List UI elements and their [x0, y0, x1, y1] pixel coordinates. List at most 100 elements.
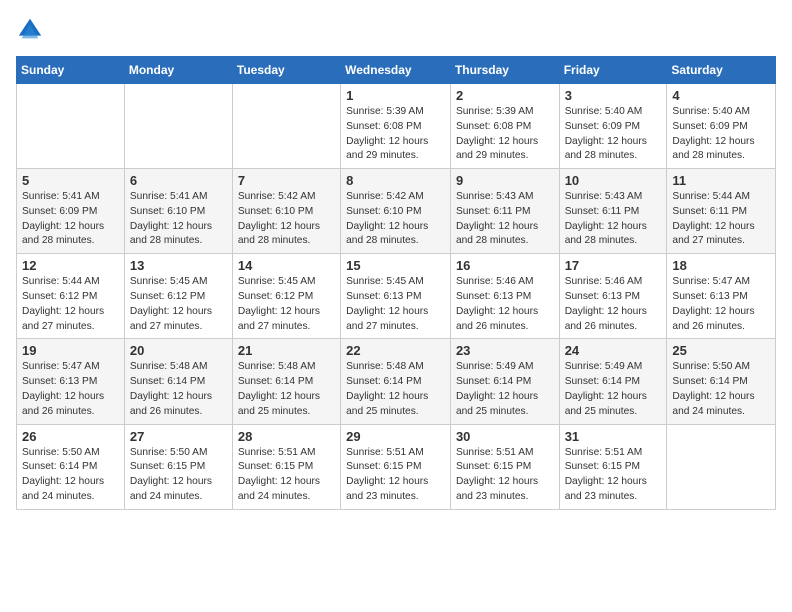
day-info: Sunrise: 5:43 AM Sunset: 6:11 PM Dayligh…: [565, 190, 662, 249]
day-info: Sunrise: 5:43 AM Sunset: 6:11 PM Dayligh…: [456, 190, 554, 249]
calendar-cell: 14 Sunrise: 5:45 AM Sunset: 6:12 PM Dayli…: [232, 254, 340, 339]
calendar-cell: 6 Sunrise: 5:41 AM Sunset: 6:10 PM Daylig…: [124, 169, 232, 254]
day-number: 15: [346, 258, 445, 273]
calendar-cell: 23 Sunrise: 5:49 AM Sunset: 6:14 PM Dayli…: [450, 339, 559, 424]
day-number: 28: [238, 429, 335, 444]
calendar-cell: 30 Sunrise: 5:51 AM Sunset: 6:15 PM Dayli…: [450, 424, 559, 509]
day-number: 1: [346, 88, 445, 103]
day-number: 21: [238, 343, 335, 358]
calendar-cell: 16 Sunrise: 5:46 AM Sunset: 6:13 PM Dayli…: [450, 254, 559, 339]
calendar-cell: 1 Sunrise: 5:39 AM Sunset: 6:08 PM Daylig…: [341, 84, 451, 169]
day-number: 23: [456, 343, 554, 358]
calendar-cell: 18 Sunrise: 5:47 AM Sunset: 6:13 PM Dayli…: [667, 254, 776, 339]
day-info: Sunrise: 5:50 AM Sunset: 6:15 PM Dayligh…: [130, 446, 227, 505]
day-info: Sunrise: 5:42 AM Sunset: 6:10 PM Dayligh…: [346, 190, 445, 249]
calendar-cell: 15 Sunrise: 5:45 AM Sunset: 6:13 PM Dayli…: [341, 254, 451, 339]
day-info: Sunrise: 5:45 AM Sunset: 6:12 PM Dayligh…: [238, 275, 335, 334]
day-number: 29: [346, 429, 445, 444]
column-header-tuesday: Tuesday: [232, 57, 340, 84]
day-number: 6: [130, 173, 227, 188]
day-info: Sunrise: 5:39 AM Sunset: 6:08 PM Dayligh…: [346, 105, 445, 164]
day-number: 2: [456, 88, 554, 103]
calendar-cell: [232, 84, 340, 169]
calendar-cell: 13Sunrise: 5:45 AM Sunset: 6:12 PM Dayli…: [124, 254, 232, 339]
day-info: Sunrise: 5:47 AM Sunset: 6:13 PM Dayligh…: [672, 275, 770, 334]
day-info: Sunrise: 5:49 AM Sunset: 6:14 PM Dayligh…: [565, 360, 662, 419]
day-number: 10: [565, 173, 662, 188]
page-header: [16, 16, 776, 44]
calendar-cell: 5 Sunrise: 5:41 AM Sunset: 6:09 PM Daylig…: [17, 169, 125, 254]
calendar-cell: 28 Sunrise: 5:51 AM Sunset: 6:15 PM Dayli…: [232, 424, 340, 509]
day-info: Sunrise: 5:46 AM Sunset: 6:13 PM Dayligh…: [456, 275, 554, 334]
day-number: 5: [22, 173, 119, 188]
calendar-cell: 24Sunrise: 5:49 AM Sunset: 6:14 PM Dayli…: [559, 339, 667, 424]
day-info: Sunrise: 5:51 AM Sunset: 6:15 PM Dayligh…: [346, 446, 445, 505]
day-info: Sunrise: 5:39 AM Sunset: 6:08 PM Dayligh…: [456, 105, 554, 164]
calendar-cell: 19 Sunrise: 5:47 AM Sunset: 6:13 PM Dayli…: [17, 339, 125, 424]
calendar-cell: 25Sunrise: 5:50 AM Sunset: 6:14 PM Dayli…: [667, 339, 776, 424]
day-info: Sunrise: 5:51 AM Sunset: 6:15 PM Dayligh…: [238, 446, 335, 505]
day-number: 4: [672, 88, 770, 103]
calendar-cell: 26 Sunrise: 5:50 AM Sunset: 6:14 PM Dayli…: [17, 424, 125, 509]
calendar-week-row: 1 Sunrise: 5:39 AM Sunset: 6:08 PM Daylig…: [17, 84, 776, 169]
day-number: 17: [565, 258, 662, 273]
logo-icon: [16, 16, 44, 44]
day-info: Sunrise: 5:41 AM Sunset: 6:09 PM Dayligh…: [22, 190, 119, 249]
day-info: Sunrise: 5:48 AM Sunset: 6:14 PM Dayligh…: [238, 360, 335, 419]
day-info: Sunrise: 5:42 AM Sunset: 6:10 PM Dayligh…: [238, 190, 335, 249]
day-number: 25: [672, 343, 770, 358]
calendar-cell: 22 Sunrise: 5:48 AM Sunset: 6:14 PM Dayli…: [341, 339, 451, 424]
calendar-cell: 12 Sunrise: 5:44 AM Sunset: 6:12 PM Dayli…: [17, 254, 125, 339]
day-info: Sunrise: 5:40 AM Sunset: 6:09 PM Dayligh…: [672, 105, 770, 164]
day-number: 11: [672, 173, 770, 188]
day-number: 31: [565, 429, 662, 444]
calendar-cell: 8 Sunrise: 5:42 AM Sunset: 6:10 PM Daylig…: [341, 169, 451, 254]
day-info: Sunrise: 5:48 AM Sunset: 6:14 PM Dayligh…: [130, 360, 227, 419]
calendar-cell: 9Sunrise: 5:43 AM Sunset: 6:11 PM Daylig…: [450, 169, 559, 254]
day-number: 3: [565, 88, 662, 103]
calendar-week-row: 5 Sunrise: 5:41 AM Sunset: 6:09 PM Daylig…: [17, 169, 776, 254]
day-info: Sunrise: 5:48 AM Sunset: 6:14 PM Dayligh…: [346, 360, 445, 419]
calendar-cell: 21 Sunrise: 5:48 AM Sunset: 6:14 PM Dayli…: [232, 339, 340, 424]
day-info: Sunrise: 5:44 AM Sunset: 6:12 PM Dayligh…: [22, 275, 119, 334]
calendar-cell: 29 Sunrise: 5:51 AM Sunset: 6:15 PM Dayli…: [341, 424, 451, 509]
day-info: Sunrise: 5:51 AM Sunset: 6:15 PM Dayligh…: [456, 446, 554, 505]
calendar-cell: 7 Sunrise: 5:42 AM Sunset: 6:10 PM Daylig…: [232, 169, 340, 254]
column-header-monday: Monday: [124, 57, 232, 84]
day-info: Sunrise: 5:47 AM Sunset: 6:13 PM Dayligh…: [22, 360, 119, 419]
day-info: Sunrise: 5:50 AM Sunset: 6:14 PM Dayligh…: [22, 446, 119, 505]
day-number: 26: [22, 429, 119, 444]
calendar-cell: 20Sunrise: 5:48 AM Sunset: 6:14 PM Dayli…: [124, 339, 232, 424]
day-info: Sunrise: 5:45 AM Sunset: 6:13 PM Dayligh…: [346, 275, 445, 334]
column-header-friday: Friday: [559, 57, 667, 84]
calendar-cell: 10 Sunrise: 5:43 AM Sunset: 6:11 PM Dayli…: [559, 169, 667, 254]
calendar-cell: [124, 84, 232, 169]
column-header-wednesday: Wednesday: [341, 57, 451, 84]
calendar-cell: 31Sunrise: 5:51 AM Sunset: 6:15 PM Dayli…: [559, 424, 667, 509]
day-number: 16: [456, 258, 554, 273]
day-number: 8: [346, 173, 445, 188]
calendar-cell: [667, 424, 776, 509]
logo: [16, 16, 48, 44]
calendar-cell: 4 Sunrise: 5:40 AM Sunset: 6:09 PM Daylig…: [667, 84, 776, 169]
calendar-cell: 3 Sunrise: 5:40 AM Sunset: 6:09 PM Daylig…: [559, 84, 667, 169]
calendar-cell: 17Sunrise: 5:46 AM Sunset: 6:13 PM Dayli…: [559, 254, 667, 339]
day-number: 22: [346, 343, 445, 358]
day-info: Sunrise: 5:41 AM Sunset: 6:10 PM Dayligh…: [130, 190, 227, 249]
day-number: 7: [238, 173, 335, 188]
day-info: Sunrise: 5:49 AM Sunset: 6:14 PM Dayligh…: [456, 360, 554, 419]
column-header-saturday: Saturday: [667, 57, 776, 84]
day-info: Sunrise: 5:45 AM Sunset: 6:12 PM Dayligh…: [130, 275, 227, 334]
column-header-thursday: Thursday: [450, 57, 559, 84]
day-number: 18: [672, 258, 770, 273]
calendar-cell: 27Sunrise: 5:50 AM Sunset: 6:15 PM Dayli…: [124, 424, 232, 509]
day-number: 12: [22, 258, 119, 273]
calendar-week-row: 12 Sunrise: 5:44 AM Sunset: 6:12 PM Dayli…: [17, 254, 776, 339]
day-number: 30: [456, 429, 554, 444]
calendar-header-row: SundayMondayTuesdayWednesdayThursdayFrid…: [17, 57, 776, 84]
day-number: 19: [22, 343, 119, 358]
day-number: 14: [238, 258, 335, 273]
day-info: Sunrise: 5:40 AM Sunset: 6:09 PM Dayligh…: [565, 105, 662, 164]
calendar-cell: [17, 84, 125, 169]
calendar-cell: 11Sunrise: 5:44 AM Sunset: 6:11 PM Dayli…: [667, 169, 776, 254]
